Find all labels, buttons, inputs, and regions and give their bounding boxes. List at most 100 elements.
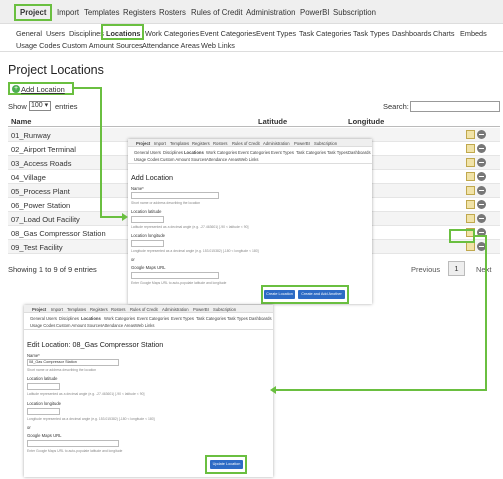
- mini-nav-rosters[interactable]: Rosters: [111, 307, 125, 312]
- nav-import[interactable]: Import: [57, 8, 79, 17]
- add-location-button[interactable]: + Add Location: [8, 82, 74, 95]
- mini-nav-registers[interactable]: Registers: [90, 307, 108, 312]
- mini-nav-project[interactable]: Project: [136, 141, 150, 146]
- mini-subnav-event-types[interactable]: Event Types: [271, 150, 294, 155]
- subnav-charts[interactable]: Charts: [433, 29, 455, 38]
- mini-nav-powerbi[interactable]: PowerBI: [193, 307, 209, 312]
- subnav-embeds[interactable]: Embeds: [460, 29, 487, 38]
- mini-subnav-task-categories[interactable]: Task Categories: [196, 316, 226, 321]
- subnav-attendance-areas[interactable]: Attendance Areas: [142, 41, 200, 50]
- nav-templates[interactable]: Templates: [84, 8, 120, 17]
- delete-icon[interactable]: [477, 172, 486, 181]
- nav-powerbi[interactable]: PowerBI: [300, 8, 329, 17]
- mini-subnav-users[interactable]: Users: [46, 316, 57, 321]
- pager-next[interactable]: Next: [476, 265, 491, 274]
- mini-subnav-event-types[interactable]: Event Types: [171, 316, 194, 321]
- subnav-work-categories[interactable]: Work Categories: [145, 29, 199, 38]
- mini-nav-templates[interactable]: Templates: [170, 141, 189, 146]
- mini-nav-import[interactable]: Import: [51, 307, 63, 312]
- pager-current-page[interactable]: 1: [448, 261, 465, 276]
- subnav-dashboards[interactable]: Dashboards: [392, 29, 431, 38]
- edit-icon[interactable]: [466, 144, 475, 153]
- mini-subnav-disciplines[interactable]: Disciplines: [59, 316, 79, 321]
- google-maps-field[interactable]: [131, 272, 219, 279]
- mini-nav-subscription[interactable]: Subscription: [314, 141, 337, 146]
- search-input[interactable]: [410, 101, 500, 112]
- longitude-field[interactable]: [27, 408, 60, 415]
- mini-subnav-web-links[interactable]: Web Links: [135, 323, 154, 328]
- mini-subnav-event-categories[interactable]: Event Categories: [238, 150, 270, 155]
- column-header-longitude[interactable]: Longitude: [348, 117, 384, 126]
- nav-rules-of-credit[interactable]: Rules of Credit: [191, 8, 243, 17]
- mini-subnav-usage-codes[interactable]: Usage Codes: [134, 157, 159, 162]
- nav-subscription[interactable]: Subscription: [333, 8, 376, 17]
- mini-nav-administration[interactable]: Administration: [162, 307, 189, 312]
- mini-nav-administration[interactable]: Administration: [263, 141, 290, 146]
- mini-nav-templates[interactable]: Templates: [67, 307, 86, 312]
- mini-subnav-users[interactable]: Users: [150, 150, 161, 155]
- mini-subnav-task-types[interactable]: Task Types: [227, 316, 248, 321]
- edit-icon[interactable]: [466, 242, 475, 251]
- mini-subnav-web-links[interactable]: Web Links: [239, 157, 258, 162]
- pager-previous[interactable]: Previous: [411, 265, 440, 274]
- longitude-field[interactable]: [131, 240, 164, 247]
- mini-subnav-task-types[interactable]: Task Types: [327, 150, 348, 155]
- mini-subnav-dashboards[interactable]: Dashboards: [348, 150, 371, 155]
- mini-subnav-locations[interactable]: Locations: [81, 316, 101, 321]
- column-header-latitude[interactable]: Latitude: [258, 117, 287, 126]
- mini-nav-import[interactable]: Import: [154, 141, 166, 146]
- google-maps-field[interactable]: [27, 440, 119, 447]
- entries-select[interactable]: 100 ▾: [29, 101, 51, 111]
- edit-icon[interactable]: [466, 214, 475, 223]
- nav-administration[interactable]: Administration: [246, 8, 295, 17]
- edit-icon[interactable]: [466, 172, 475, 181]
- mini-nav-powerbi[interactable]: PowerBI: [294, 141, 310, 146]
- subnav-task-categories[interactable]: Task Categories: [299, 29, 351, 38]
- subnav-task-types[interactable]: Task Types: [353, 29, 389, 38]
- mini-subnav-custom-amount-sources[interactable]: Custom Amount Sources: [56, 323, 102, 328]
- edit-icon[interactable]: [466, 200, 475, 209]
- delete-icon[interactable]: [477, 186, 486, 195]
- mini-subnav-general[interactable]: General: [134, 150, 149, 155]
- mini-subnav-attendance-areas[interactable]: Attendance Areas: [206, 157, 239, 162]
- edit-icon[interactable]: [466, 158, 475, 167]
- subnav-usage-codes[interactable]: Usage Codes: [16, 41, 60, 50]
- subnav-custom-amount-sources[interactable]: Custom Amount Sources: [62, 41, 143, 50]
- mini-subnav-task-categories[interactable]: Task Categories: [296, 150, 326, 155]
- mini-nav-rosters[interactable]: Rosters: [213, 141, 227, 146]
- mini-nav-rules-of-credit[interactable]: Rules of Credit: [232, 141, 260, 146]
- mini-subnav-work-categories[interactable]: Work Categories: [206, 150, 237, 155]
- name-field[interactable]: 08_Gas Compressor Station: [27, 359, 119, 366]
- delete-icon[interactable]: [477, 130, 486, 139]
- subnav-event-types[interactable]: Event Types: [256, 29, 296, 38]
- subnav-users[interactable]: Users: [46, 29, 65, 38]
- edit-icon[interactable]: [466, 186, 475, 195]
- mini-nav-project[interactable]: Project: [32, 307, 46, 312]
- edit-icon[interactable]: [466, 130, 475, 139]
- subnav-web-links[interactable]: Web Links: [201, 41, 235, 50]
- nav-rosters[interactable]: Rosters: [159, 8, 186, 17]
- mini-subnav-dashboards[interactable]: Dashboards: [249, 316, 272, 321]
- column-header-name[interactable]: Name: [11, 117, 31, 126]
- mini-subnav-attendance-areas[interactable]: Attendance Areas: [102, 323, 135, 328]
- nav-registers[interactable]: Registers: [123, 8, 156, 17]
- latitude-field[interactable]: [131, 216, 164, 223]
- subnav-general[interactable]: General: [16, 29, 42, 38]
- mini-subnav-locations[interactable]: Locations: [184, 150, 204, 155]
- mini-nav-rules-of-credit[interactable]: Rules of Credit: [130, 307, 158, 312]
- latitude-field[interactable]: [27, 383, 60, 390]
- delete-icon[interactable]: [477, 200, 486, 209]
- mini-subnav-disciplines[interactable]: Disciplines: [163, 150, 183, 155]
- mini-nav-subscription[interactable]: Subscription: [213, 307, 236, 312]
- mini-subnav-event-categories[interactable]: Event Categories: [137, 316, 169, 321]
- mini-subnav-work-categories[interactable]: Work Categories: [104, 316, 135, 321]
- mini-subnav-general[interactable]: General: [30, 316, 45, 321]
- name-field[interactable]: [131, 192, 219, 199]
- mini-subnav-usage-codes[interactable]: Usage Codes: [30, 323, 55, 328]
- delete-icon[interactable]: [477, 158, 486, 167]
- delete-icon[interactable]: [477, 144, 486, 153]
- mini-subnav-custom-amount-sources[interactable]: Custom Amount Sources: [160, 157, 206, 162]
- subnav-event-categories[interactable]: Event Categories: [200, 29, 256, 38]
- delete-icon[interactable]: [477, 214, 486, 223]
- subnav-disciplines[interactable]: Disciplines: [69, 29, 104, 38]
